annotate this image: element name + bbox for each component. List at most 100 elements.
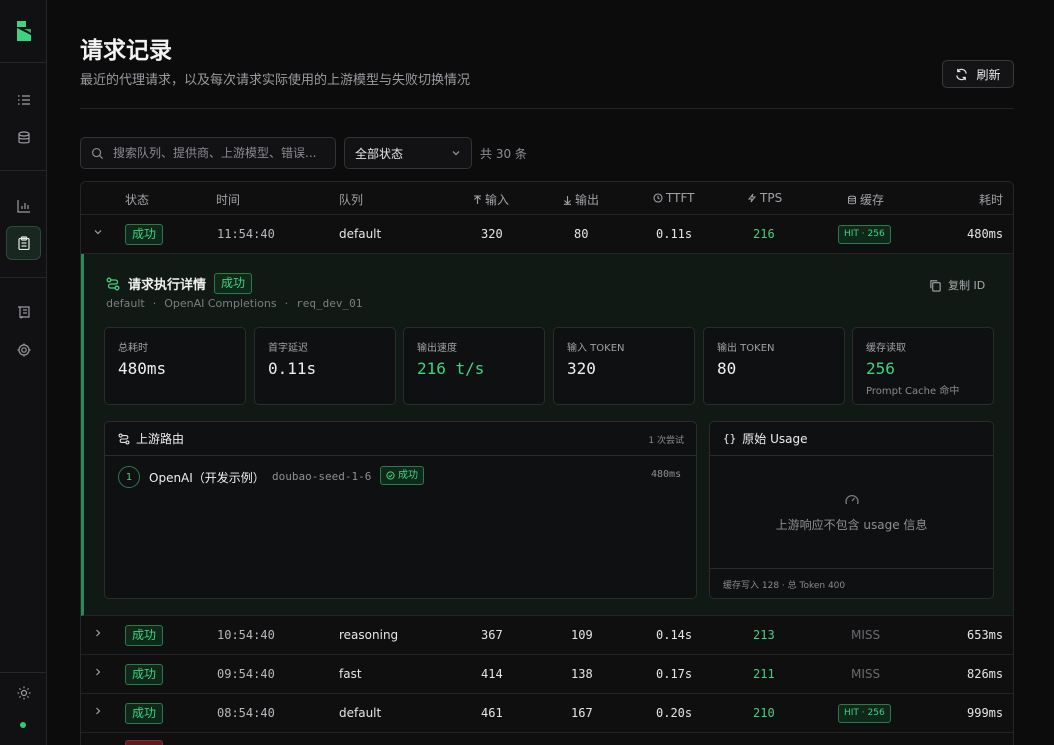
stat-sub: Prompt Cache 命中 (866, 386, 960, 397)
table-row[interactable]: 成功 08:54:40 default 461 167 0.20s 210 HI… (81, 694, 1013, 733)
cell-input: 461 (481, 706, 503, 720)
status-badge: 成功 (125, 703, 164, 724)
cell-time: 10:54:40 (217, 628, 275, 642)
table-row[interactable]: 成功 09:54:40 fast 414 138 0.17s 211 MISS … (81, 655, 1013, 694)
cell-time: 09:54:40 (217, 667, 275, 681)
chevron-right-icon[interactable] (93, 667, 103, 677)
sidebar-item-requests-list[interactable] (6, 83, 41, 117)
copy-id-button[interactable]: 复制 ID (929, 277, 985, 293)
cell-tps: 210 (753, 706, 775, 720)
theme-toggle[interactable] (6, 676, 41, 710)
route-status-text: 成功 (398, 470, 418, 481)
cell-tps: 213 (753, 628, 775, 642)
gear-icon (17, 343, 30, 357)
refresh-label: 刷新 (976, 67, 1001, 82)
stat-label: 总耗时 (118, 343, 148, 354)
col-ttft[interactable]: TTFT (653, 191, 694, 205)
col-cache[interactable]: 缓存 (847, 191, 884, 208)
cell-input: 414 (481, 667, 503, 681)
sidebar-divider (0, 672, 47, 673)
requests-table: 状态 时间 队列 输入 输出 TTFT TPS 缓存 耗时 成功 11:54:4… (80, 181, 1014, 745)
stat-input-token: 输入 TOKEN 320 (553, 327, 695, 405)
usage-empty-text: 上游响应不包含 usage 信息 (775, 517, 928, 532)
sun-icon (17, 686, 30, 700)
arrow-up-icon (474, 194, 481, 204)
app-logo[interactable] (0, 0, 47, 63)
detail-meta: default · OpenAI Completions · req_dev_0… (106, 297, 362, 310)
clipboard-icon (17, 236, 30, 250)
record-count: 共 30 条 (480, 147, 527, 161)
stat-value: 0.11s (268, 359, 317, 378)
col-output[interactable]: 输出 (563, 191, 599, 208)
copy-icon (930, 279, 941, 292)
status-filter-select[interactable]: 全部状态 (344, 137, 472, 169)
route-provider: OpenAI（开发示例） (149, 471, 265, 485)
sidebar-item-database[interactable] (6, 121, 41, 155)
stat-value: 216 t/s (417, 359, 485, 378)
cell-queue: fast (339, 667, 362, 681)
refresh-icon (956, 68, 968, 80)
route-model: doubao-seed-1-6 (272, 470, 372, 483)
status-badge: 成功 (125, 664, 164, 685)
col-tps[interactable]: TPS (747, 191, 782, 205)
search-box[interactable] (80, 137, 336, 169)
stat-cache-read: 缓存读取 256 Prompt Cache 命中 (852, 327, 994, 405)
database-icon (17, 131, 30, 144)
scroll-icon (17, 306, 30, 319)
sidebar-item-request-log[interactable] (6, 226, 41, 260)
cell-tps: 211 (753, 667, 775, 681)
chevron-down-icon[interactable] (93, 227, 103, 237)
stat-label: 输出 TOKEN (717, 343, 775, 354)
sidebar-item-docs[interactable] (6, 295, 41, 329)
cell-ttft: 0.14s (656, 628, 693, 642)
stat-label: 输入 TOKEN (567, 343, 625, 354)
sidebar-item-stats[interactable] (6, 189, 41, 223)
status-badge: 成功 (125, 625, 164, 646)
chevron-right-icon[interactable] (93, 628, 103, 638)
refresh-button[interactable]: 刷新 (942, 60, 1014, 88)
header-divider (80, 108, 1014, 109)
cell-output: 167 (571, 706, 593, 720)
route-index: 1 (118, 466, 140, 488)
cell-ttft: 0.11s (656, 227, 693, 241)
sidebar-item-settings[interactable] (6, 333, 41, 367)
route-time: 480ms (651, 469, 682, 480)
main-content: 请求记录 最近的代理请求，以及每次请求实际使用的上游模型与失败切换情况 刷新 全… (48, 0, 1054, 745)
detail-request-id: req_dev_01 (296, 297, 363, 310)
cell-duration: 653ms (967, 628, 1004, 642)
cache-miss-label: MISS (851, 628, 881, 642)
stat-label: 缓存读取 (866, 343, 906, 354)
logo-icon (16, 21, 31, 41)
search-input[interactable] (113, 146, 323, 160)
chevron-down-icon (452, 151, 460, 156)
stat-value: 80 (717, 359, 737, 378)
detail-api: OpenAI Completions (164, 297, 277, 310)
usage-panel-header: {} 原始 Usage (710, 422, 993, 456)
copy-id-label: 复制 ID (948, 279, 986, 292)
detail-status-badge: 成功 (214, 273, 253, 294)
stat-label: 首字延迟 (268, 343, 308, 354)
sidebar-divider (0, 170, 47, 171)
arrow-down-icon (564, 195, 571, 205)
table-row[interactable]: 成功 10:54:40 reasoning 367 109 0.14s 213 … (81, 616, 1013, 655)
route-status-badge: 成功 (380, 466, 424, 485)
table-row[interactable] (81, 733, 1013, 745)
meta-separator: · (284, 297, 289, 310)
meta-separator: · (152, 297, 157, 310)
status-filter-value: 全部状态 (355, 146, 404, 161)
usage-footer: 缓存写入 128 · 总 Token 400 (710, 568, 993, 599)
col-output-label: 输出 (575, 193, 600, 207)
cell-time: 08:54:40 (217, 706, 275, 720)
page-title: 请求记录 (80, 38, 172, 64)
route-panel-header: 上游路由 1 次尝试 (105, 422, 696, 456)
sidebar-divider (0, 277, 47, 278)
detail-title: 请求执行详情 成功 (106, 273, 253, 294)
route-item: 1 OpenAI（开发示例） doubao-seed-1-6 成功 480ms (118, 466, 684, 492)
stat-label: 输出速度 (417, 343, 457, 354)
database-icon (848, 195, 856, 204)
col-input[interactable]: 输入 (473, 191, 509, 208)
chevron-right-icon[interactable] (93, 706, 103, 716)
sidebar (0, 0, 47, 745)
table-row[interactable]: 成功 11:54:40 default 320 80 0.11s 216 HIT… (81, 215, 1013, 254)
route-attempts: 1 次尝试 (648, 436, 684, 446)
